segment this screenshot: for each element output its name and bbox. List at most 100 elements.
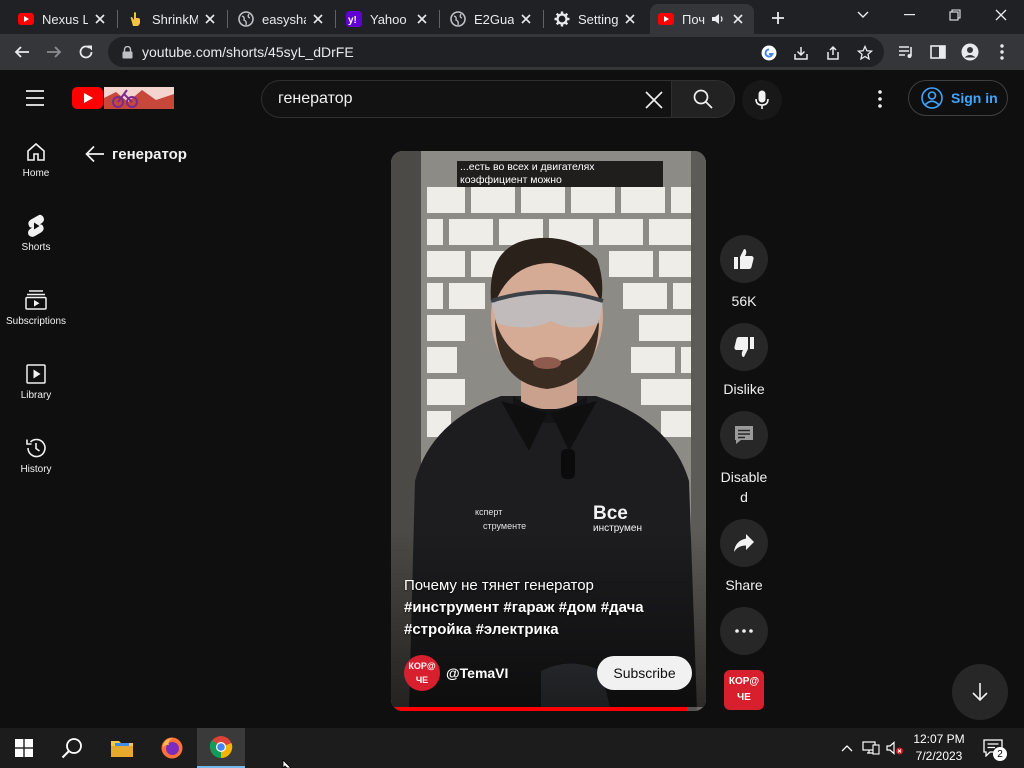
start-button[interactable]	[0, 728, 48, 768]
action-center-button[interactable]: 2	[982, 738, 1007, 761]
sign-in-button[interactable]: Sign in	[908, 80, 1008, 116]
close-window-button[interactable]	[978, 0, 1024, 30]
file-explorer-button[interactable]	[98, 728, 146, 768]
share-button[interactable]	[720, 519, 768, 567]
tab-settings[interactable]: Settings	[546, 4, 646, 34]
more-options-button[interactable]	[720, 607, 768, 655]
guide-label: Subscriptions	[5, 316, 67, 327]
guide-item-home[interactable]: Home	[0, 126, 72, 192]
share-page-icon[interactable]	[824, 44, 842, 62]
tab-e2guardian[interactable]: E2Guard	[442, 4, 542, 34]
restore-button[interactable]	[932, 0, 978, 30]
kebab-menu-icon[interactable]	[992, 42, 1012, 62]
tab-nexus[interactable]: Nexus L	[10, 4, 116, 34]
tab-easyshare[interactable]: easysha	[230, 4, 334, 34]
video-progress-fill	[391, 707, 688, 711]
search-box[interactable]	[261, 80, 671, 118]
tab-divider	[439, 10, 440, 28]
search-input[interactable]	[262, 90, 622, 108]
channel-name[interactable]: @TemaVI	[446, 665, 508, 681]
close-tab-icon[interactable]	[202, 11, 218, 27]
close-tab-icon[interactable]	[92, 11, 108, 27]
like-button[interactable]	[720, 235, 768, 283]
tab-title: ShrinkM	[152, 11, 198, 27]
taskbar-search-button[interactable]	[48, 728, 96, 768]
side-panel-icon[interactable]	[928, 42, 948, 62]
channel-avatar[interactable]: КО Р@ ЧЕ	[404, 655, 440, 691]
address-bar[interactable]: youtube.com/shorts/45syL_dDrFE	[108, 37, 884, 67]
new-tab-button[interactable]	[767, 7, 789, 29]
guide-item-shorts[interactable]: Shorts	[0, 200, 72, 266]
speaker-icon[interactable]	[710, 11, 726, 27]
close-tab-icon[interactable]	[414, 11, 430, 27]
channel-thumbnail[interactable]: КО Р@ ЧЕ	[724, 670, 764, 710]
tab-shrinkme[interactable]: ShrinkM	[120, 4, 226, 34]
close-icon	[645, 91, 663, 109]
account-icon	[921, 87, 943, 109]
burned-in-caption: ...есть во всех и двигателях коэффициент…	[457, 161, 663, 187]
clear-search-button[interactable]	[641, 87, 667, 113]
media-controls-icon[interactable]	[896, 42, 916, 62]
arrow-right-icon	[47, 46, 62, 58]
search-button[interactable]	[671, 80, 735, 118]
tab-title: Settings	[578, 11, 618, 27]
tab-search-button[interactable]	[840, 0, 886, 30]
firefox-button[interactable]	[148, 728, 196, 768]
short-hashtags[interactable]: #инструмент #гараж #дом #дача #стройка #…	[404, 597, 694, 641]
close-tab-icon[interactable]	[518, 11, 534, 27]
avatar-text: ЧЕ	[415, 674, 429, 685]
restore-icon	[949, 9, 961, 21]
short-video-player[interactable]: Все инструмен ксперт струменте ...есть в…	[391, 151, 706, 711]
thumbs-down-icon	[734, 337, 754, 357]
google-icon[interactable]	[760, 44, 778, 62]
youtube-page: Sign in Home Shorts Subscriptions Librar…	[0, 70, 1024, 728]
chrome-icon	[209, 736, 233, 759]
subscriptions-icon	[24, 288, 48, 312]
show-hidden-icons[interactable]	[838, 740, 856, 756]
shirt-logo-text: Все	[593, 503, 628, 524]
settings-menu-button[interactable]	[868, 87, 892, 111]
channel-info[interactable]: КО Р@ ЧЕ @TemaVI	[404, 655, 508, 691]
youtube-icon	[18, 11, 34, 27]
tab-yahoo[interactable]: y! Yahoo |	[338, 4, 438, 34]
guide-menu-button[interactable]	[24, 88, 48, 108]
network-icon[interactable]	[862, 740, 880, 756]
folder-icon	[111, 741, 133, 757]
chevron-down-icon	[857, 11, 869, 18]
guide-item-library[interactable]: Library	[0, 348, 72, 414]
chrome-button[interactable]	[197, 728, 245, 768]
tab-title: easysha	[262, 11, 306, 27]
close-tab-icon[interactable]	[310, 11, 326, 27]
system-clock[interactable]: 12:07 PM 7/2/2023	[903, 731, 975, 765]
browser-tab-strip: Nexus L ShrinkM easysha y! Yahoo | E2Gua…	[0, 0, 1024, 34]
lock-icon[interactable]	[120, 45, 134, 59]
guide-label: Library	[20, 390, 52, 401]
close-tab-icon[interactable]	[622, 11, 638, 27]
tab-title: Yahoo |	[370, 11, 410, 27]
reload-button[interactable]	[72, 38, 100, 66]
video-progress-bar[interactable]	[391, 707, 706, 711]
volume-muted-icon[interactable]	[886, 740, 904, 756]
browser-toolbar: youtube.com/shorts/45syL_dDrFE	[0, 34, 1024, 70]
history-icon	[24, 436, 48, 460]
youtube-logo[interactable]	[72, 86, 174, 110]
hamburger-icon	[26, 90, 44, 106]
install-app-icon[interactable]	[792, 44, 810, 62]
guide-item-subscriptions[interactable]: Subscriptions	[0, 274, 72, 340]
guide-item-history[interactable]: History	[0, 422, 72, 488]
back-to-search[interactable]: генератор	[84, 142, 187, 166]
profile-icon[interactable]	[960, 42, 980, 62]
comments-button[interactable]	[720, 411, 768, 459]
voice-search-button[interactable]	[742, 80, 782, 120]
shirt-text-line: ксперт	[475, 507, 502, 517]
back-button[interactable]	[8, 38, 36, 66]
next-short-button[interactable]	[952, 664, 1008, 720]
close-tab-icon[interactable]	[730, 11, 746, 27]
short-title[interactable]: Почему не тянет генератор #инструмент #г…	[404, 575, 694, 641]
minimize-button[interactable]	[886, 0, 932, 30]
tab-youtube-short[interactable]: Поч	[650, 4, 754, 34]
subscribe-button[interactable]: Subscribe	[597, 656, 692, 690]
bookmark-star-icon[interactable]	[856, 44, 874, 62]
forward-button[interactable]	[40, 38, 68, 66]
dislike-button[interactable]	[720, 323, 768, 371]
